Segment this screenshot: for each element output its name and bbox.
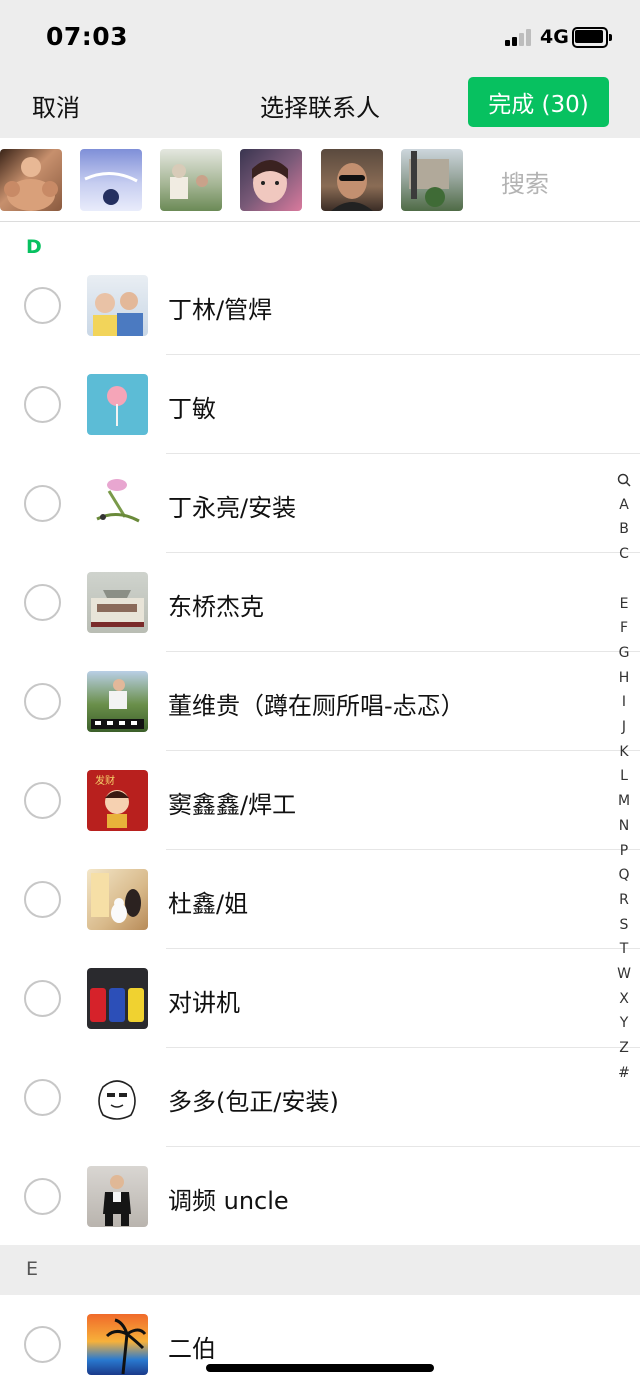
selected-avatar[interactable] bbox=[401, 149, 463, 211]
contact-name: 多多(包正/安装) bbox=[168, 1088, 339, 1116]
index-letter[interactable]: D bbox=[612, 567, 636, 592]
contact-name: 董维贵（蹲在厕所唱-忐忑） bbox=[168, 692, 465, 720]
cancel-button[interactable]: 取消 bbox=[32, 88, 80, 123]
contact-avatar bbox=[87, 473, 148, 534]
index-letter[interactable]: W bbox=[612, 962, 636, 987]
index-letter[interactable]: E bbox=[612, 592, 636, 617]
select-checkbox[interactable] bbox=[24, 1079, 61, 1116]
index-letter[interactable]: X bbox=[612, 987, 636, 1012]
contact-name: 东桥杰克 bbox=[168, 593, 264, 621]
nav-bar: 取消 选择联系人 完成 (30) bbox=[0, 76, 640, 138]
contact-row[interactable]: 调频 uncle bbox=[0, 1147, 640, 1246]
index-letter[interactable]: # bbox=[612, 1061, 636, 1086]
select-checkbox[interactable] bbox=[24, 881, 61, 918]
contact-avatar bbox=[87, 869, 148, 930]
contact-row[interactable]: 多多(包正/安装) bbox=[0, 1048, 640, 1147]
index-letter[interactable]: B bbox=[612, 517, 636, 542]
status-time: 07:03 bbox=[46, 22, 129, 51]
contact-name: 二伯 bbox=[168, 1335, 216, 1363]
contact-avatar bbox=[87, 1166, 148, 1227]
index-letter[interactable]: H bbox=[612, 666, 636, 691]
index-letter[interactable]: F bbox=[612, 616, 636, 641]
contact-avatar bbox=[87, 1067, 148, 1128]
select-checkbox[interactable] bbox=[24, 782, 61, 819]
contact-row[interactable]: 对讲机 bbox=[0, 949, 640, 1048]
index-letter[interactable]: G bbox=[612, 641, 636, 666]
contact-row[interactable]: 发财 窦鑫鑫/焊工 bbox=[0, 751, 640, 850]
select-checkbox[interactable] bbox=[24, 1178, 61, 1215]
selected-avatar[interactable] bbox=[240, 149, 302, 211]
select-checkbox[interactable] bbox=[24, 1326, 61, 1363]
search-input[interactable]: 搜索 bbox=[501, 164, 549, 199]
contact-row[interactable]: 丁林/管焊 bbox=[0, 256, 640, 355]
contact-row[interactable]: 丁敏 bbox=[0, 355, 640, 454]
select-checkbox[interactable] bbox=[24, 683, 61, 720]
index-letter[interactable]: Z bbox=[612, 1036, 636, 1061]
selected-avatar[interactable] bbox=[321, 149, 383, 211]
index-letter[interactable]: L bbox=[612, 764, 636, 789]
contact-row[interactable]: 丁永亮/安装 bbox=[0, 454, 640, 553]
contact-row[interactable]: 杜鑫/姐 bbox=[0, 850, 640, 949]
contact-name: 丁林/管焊 bbox=[168, 296, 273, 324]
contact-avatar bbox=[87, 1314, 148, 1375]
contact-avatar bbox=[87, 374, 148, 435]
contact-avatar bbox=[87, 275, 148, 336]
home-indicator bbox=[206, 1364, 434, 1372]
svg-text:发财: 发财 bbox=[95, 774, 115, 787]
network-type: 4G bbox=[540, 26, 569, 48]
cellular-signal-icon bbox=[505, 28, 535, 46]
status-bar: 07:03 4G bbox=[0, 0, 640, 76]
section-header-e: E bbox=[0, 1245, 640, 1295]
contact-row[interactable]: 东桥杰克 bbox=[0, 553, 640, 652]
battery-icon bbox=[572, 27, 612, 48]
index-letter[interactable]: N bbox=[612, 814, 636, 839]
index-letter[interactable]: S bbox=[612, 913, 636, 938]
index-letter[interactable]: R bbox=[612, 888, 636, 913]
contact-name: 丁永亮/安装 bbox=[168, 494, 297, 522]
select-checkbox[interactable] bbox=[24, 584, 61, 621]
contact-avatar: 发财 bbox=[87, 770, 148, 831]
index-letter[interactable]: K bbox=[612, 740, 636, 765]
contact-name: 杜鑫/姐 bbox=[168, 890, 249, 918]
section-letter: D bbox=[26, 236, 42, 258]
contact-row[interactable]: 董维贵（蹲在厕所唱-忐忑） bbox=[0, 652, 640, 751]
contact-name: 丁敏 bbox=[168, 395, 216, 423]
selected-contacts-strip: 搜索 bbox=[0, 138, 640, 222]
index-search-icon[interactable] bbox=[612, 468, 636, 493]
select-checkbox[interactable] bbox=[24, 287, 61, 324]
index-letter[interactable]: I bbox=[612, 690, 636, 715]
contact-name: 调频 uncle bbox=[168, 1187, 289, 1215]
contact-name: 窦鑫鑫/焊工 bbox=[168, 791, 297, 819]
done-button[interactable]: 完成 (30) bbox=[468, 77, 609, 127]
index-letter[interactable]: J bbox=[612, 715, 636, 740]
index-letter[interactable]: M bbox=[612, 789, 636, 814]
index-letter[interactable]: T bbox=[612, 937, 636, 962]
select-checkbox[interactable] bbox=[24, 485, 61, 522]
select-checkbox[interactable] bbox=[24, 980, 61, 1017]
select-checkbox[interactable] bbox=[24, 386, 61, 423]
index-letter[interactable]: Q bbox=[612, 863, 636, 888]
index-letter[interactable]: Y bbox=[612, 1011, 636, 1036]
index-letter[interactable]: A bbox=[612, 493, 636, 518]
selected-avatar[interactable] bbox=[0, 149, 62, 211]
contact-avatar bbox=[87, 572, 148, 633]
section-letter: E bbox=[26, 1258, 39, 1280]
selected-avatar[interactable] bbox=[80, 149, 142, 211]
selected-avatar[interactable] bbox=[160, 149, 222, 211]
contact-avatar bbox=[87, 671, 148, 732]
index-letter[interactable]: C bbox=[612, 542, 636, 567]
contact-avatar bbox=[87, 968, 148, 1029]
contact-name: 对讲机 bbox=[168, 989, 240, 1017]
index-letter[interactable]: P bbox=[612, 839, 636, 864]
